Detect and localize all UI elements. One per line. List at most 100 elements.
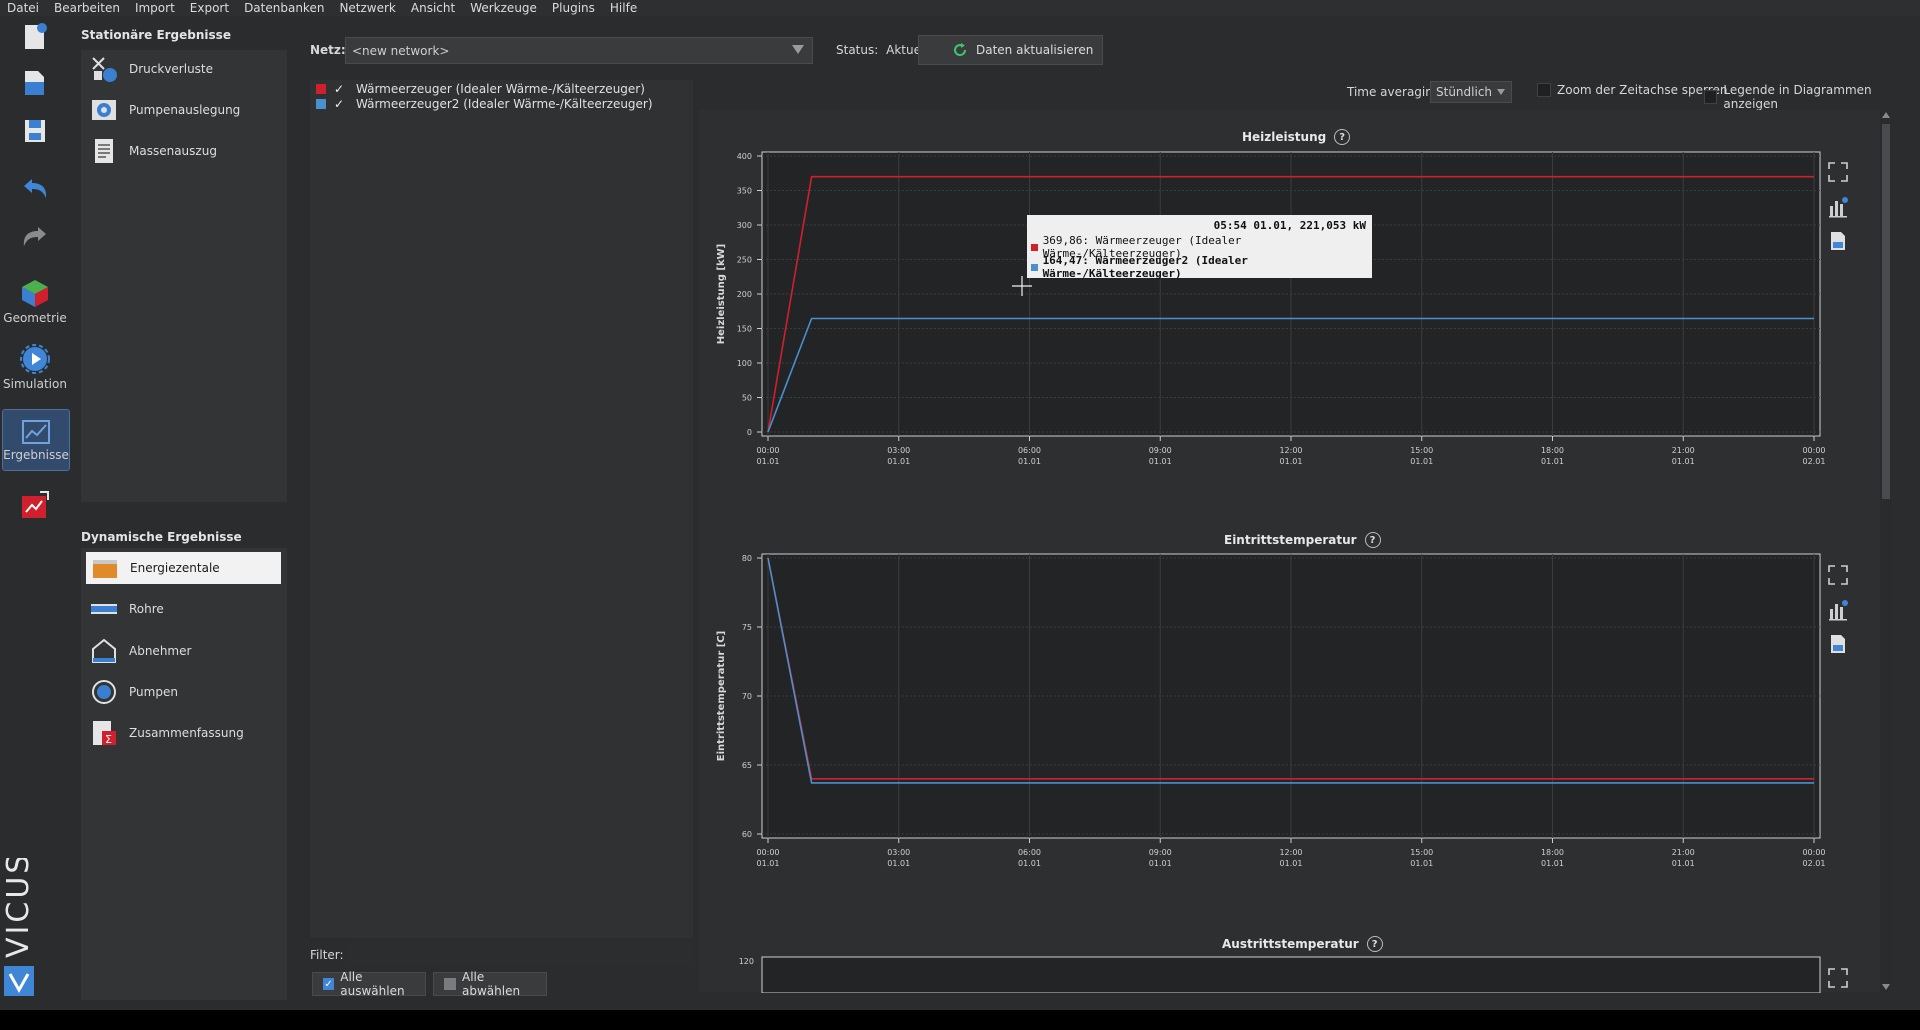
list-item-label: Energiezentale [130, 561, 220, 575]
save-icon [25, 120, 45, 142]
x-tick-date-label: 01.01 [1672, 457, 1695, 466]
new-file-button[interactable] [0, 22, 70, 52]
menu-export[interactable]: Export [183, 0, 237, 16]
x-tick-label: 12:00 [1279, 446, 1302, 455]
network-combobox[interactable]: <new network> [345, 37, 813, 64]
x-tick-label: 00:00 [1802, 848, 1825, 857]
lock-zoom-option[interactable]: Zoom der Zeitachse sperren [1537, 83, 1727, 97]
menu-ansicht[interactable]: Ansicht [404, 0, 463, 16]
show-legend-option[interactable]: Legende in Diagrammen anzeigen [1704, 83, 1920, 111]
x-tick-label: 00:00 [1802, 446, 1825, 455]
vicus-logo: VICUS [1, 852, 36, 996]
chart-heizleistung[interactable]: Heizleistung [kW] 00:00 01.01 03:00 01.01 06:… [710, 148, 1830, 488]
filter-input[interactable] [345, 943, 693, 965]
menu-import[interactable]: Import [128, 0, 183, 16]
checkmark-icon[interactable]: ✓ [334, 97, 346, 111]
export-results-button[interactable] [0, 490, 70, 520]
x-tick-date-label: 02.01 [1803, 457, 1826, 466]
dynamic-title: Dynamische Ergebnisse [81, 530, 242, 544]
save-button[interactable] [0, 116, 70, 146]
select-all-button[interactable]: ✓ Alle auswählen [312, 970, 426, 998]
y-tick-label: 350 [737, 187, 752, 196]
list-item-energiezentrale[interactable]: Energiezentale [86, 552, 281, 584]
list-item-abnehmer[interactable]: Abnehmer [85, 635, 281, 667]
x-tick-label: 00:00 [756, 848, 779, 857]
svg-text:Σ: Σ [105, 733, 112, 746]
status-label: Status: [836, 43, 879, 57]
chevron-down-icon [1497, 89, 1505, 95]
y-tick-label: 100 [737, 359, 752, 368]
x-tick-label: 21:00 [1672, 848, 1695, 857]
list-item-druckverluste[interactable]: Druckverluste [85, 53, 281, 85]
bar-chart-icon[interactable] [1827, 196, 1849, 218]
y-tick-label: 0 [747, 428, 752, 437]
refresh-data-button[interactable]: Daten aktualisieren [918, 35, 1103, 65]
scroll-up-icon[interactable] [1882, 112, 1890, 118]
list-item-rohre[interactable]: Rohre [85, 593, 281, 625]
help-icon[interactable]: ? [1334, 129, 1351, 145]
help-icon[interactable]: ? [1364, 532, 1381, 548]
y-tick-label: 150 [737, 325, 752, 334]
y-tick-label: 120 [739, 957, 754, 966]
menu-plugins[interactable]: Plugins [545, 0, 603, 16]
x-tick-date-label: 01.01 [887, 457, 910, 466]
export-csv-icon[interactable] [1827, 230, 1849, 252]
results-button[interactable]: Ergebnisse [2, 409, 70, 471]
pump-design-icon [89, 96, 119, 124]
x-tick-label: 21:00 [1672, 446, 1695, 455]
deselect-all-button[interactable]: Alle abwählen [433, 970, 547, 998]
series-row-2[interactable]: ✓ Wärmeerzeuger2 (Idealer Wärme-/Kälteer… [316, 97, 653, 111]
menu-netzwerk[interactable]: Netzwerk [332, 0, 403, 16]
x-tick-date-label: 01.01 [1541, 457, 1564, 466]
list-item-label: Zusammenfassung [129, 726, 244, 740]
list-item-pumpenauslegung[interactable]: Pumpenauslegung [85, 94, 281, 126]
export-csv-icon[interactable] [1827, 633, 1849, 655]
y-tick-label: 250 [737, 256, 752, 265]
consumer-house-icon [89, 637, 119, 665]
x-tick-date-label: 01.01 [1541, 859, 1564, 868]
open-file-button[interactable] [0, 68, 70, 98]
stationary-title: Stationäre Ergebnisse [81, 28, 231, 42]
menu-datenbanken[interactable]: Datenbanken [237, 0, 332, 16]
x-tick-date-label: 01.01 [1280, 457, 1303, 466]
bar-chart-icon[interactable] [1827, 599, 1849, 621]
export-chart-icon [22, 491, 49, 518]
scrollbar-thumb[interactable] [1882, 124, 1890, 499]
lock-zoom-label: Zoom der Zeitachse sperren [1557, 83, 1728, 97]
deselect-all-label: Alle abwählen [461, 970, 521, 998]
list-item-pumpen[interactable]: Pumpen [85, 676, 281, 708]
menu-bar: Datei Bearbeiten Import Export Datenbank… [0, 0, 1920, 16]
time-averaging-combobox[interactable]: Stündlich [1430, 81, 1512, 103]
menu-datei[interactable]: Datei [0, 0, 47, 16]
x-tick-date-label: 01.01 [1410, 859, 1433, 868]
x-tick-label: 15:00 [1410, 848, 1433, 857]
chart-title-eintrittstemperatur: Eintrittstemperatur ? [1224, 532, 1381, 548]
scroll-down-icon[interactable] [1882, 984, 1890, 990]
chart-austrittstemperatur[interactable]: 120 [710, 953, 1830, 993]
menu-bearbeiten[interactable]: Bearbeiten [47, 0, 128, 16]
y-tick-label: 200 [737, 290, 752, 299]
vertical-scrollbar[interactable] [1880, 110, 1892, 992]
plot-area [761, 956, 1821, 993]
x-tick-date-label: 01.01 [887, 859, 910, 868]
geometry-button[interactable]: Geometrie [0, 278, 70, 325]
series-row-1[interactable]: ✓ Wärmeerzeuger (Idealer Wärme-/Kälteerz… [316, 82, 645, 96]
undo-button[interactable] [0, 176, 70, 202]
show-legend-checkbox[interactable] [1704, 90, 1718, 104]
chart-eintrittstemperatur[interactable]: Eintrittstemperatur [C] 00:00 01.01 03:00 01… [710, 550, 1830, 890]
fullscreen-icon[interactable] [1827, 161, 1849, 183]
simulation-button[interactable]: Simulation [0, 344, 70, 391]
list-item-zusammenfassung[interactable]: Σ Zusammenfassung [85, 717, 281, 749]
fullscreen-icon[interactable] [1827, 967, 1849, 989]
menu-werkzeuge[interactable]: Werkzeuge [463, 0, 545, 16]
x-tick-date-label: 01.01 [757, 457, 780, 466]
menu-hilfe[interactable]: Hilfe [603, 0, 645, 16]
time-averaging-label: Time averaging [1347, 85, 1441, 99]
checkmark-icon[interactable]: ✓ [334, 82, 346, 96]
help-icon[interactable]: ? [1366, 936, 1383, 952]
fullscreen-icon[interactable] [1827, 564, 1849, 586]
time-averaging-value: Stündlich [1436, 85, 1493, 99]
lock-zoom-checkbox[interactable] [1537, 83, 1551, 97]
redo-button[interactable] [0, 224, 70, 250]
list-item-massenauszug[interactable]: Massenauszug [85, 135, 281, 167]
